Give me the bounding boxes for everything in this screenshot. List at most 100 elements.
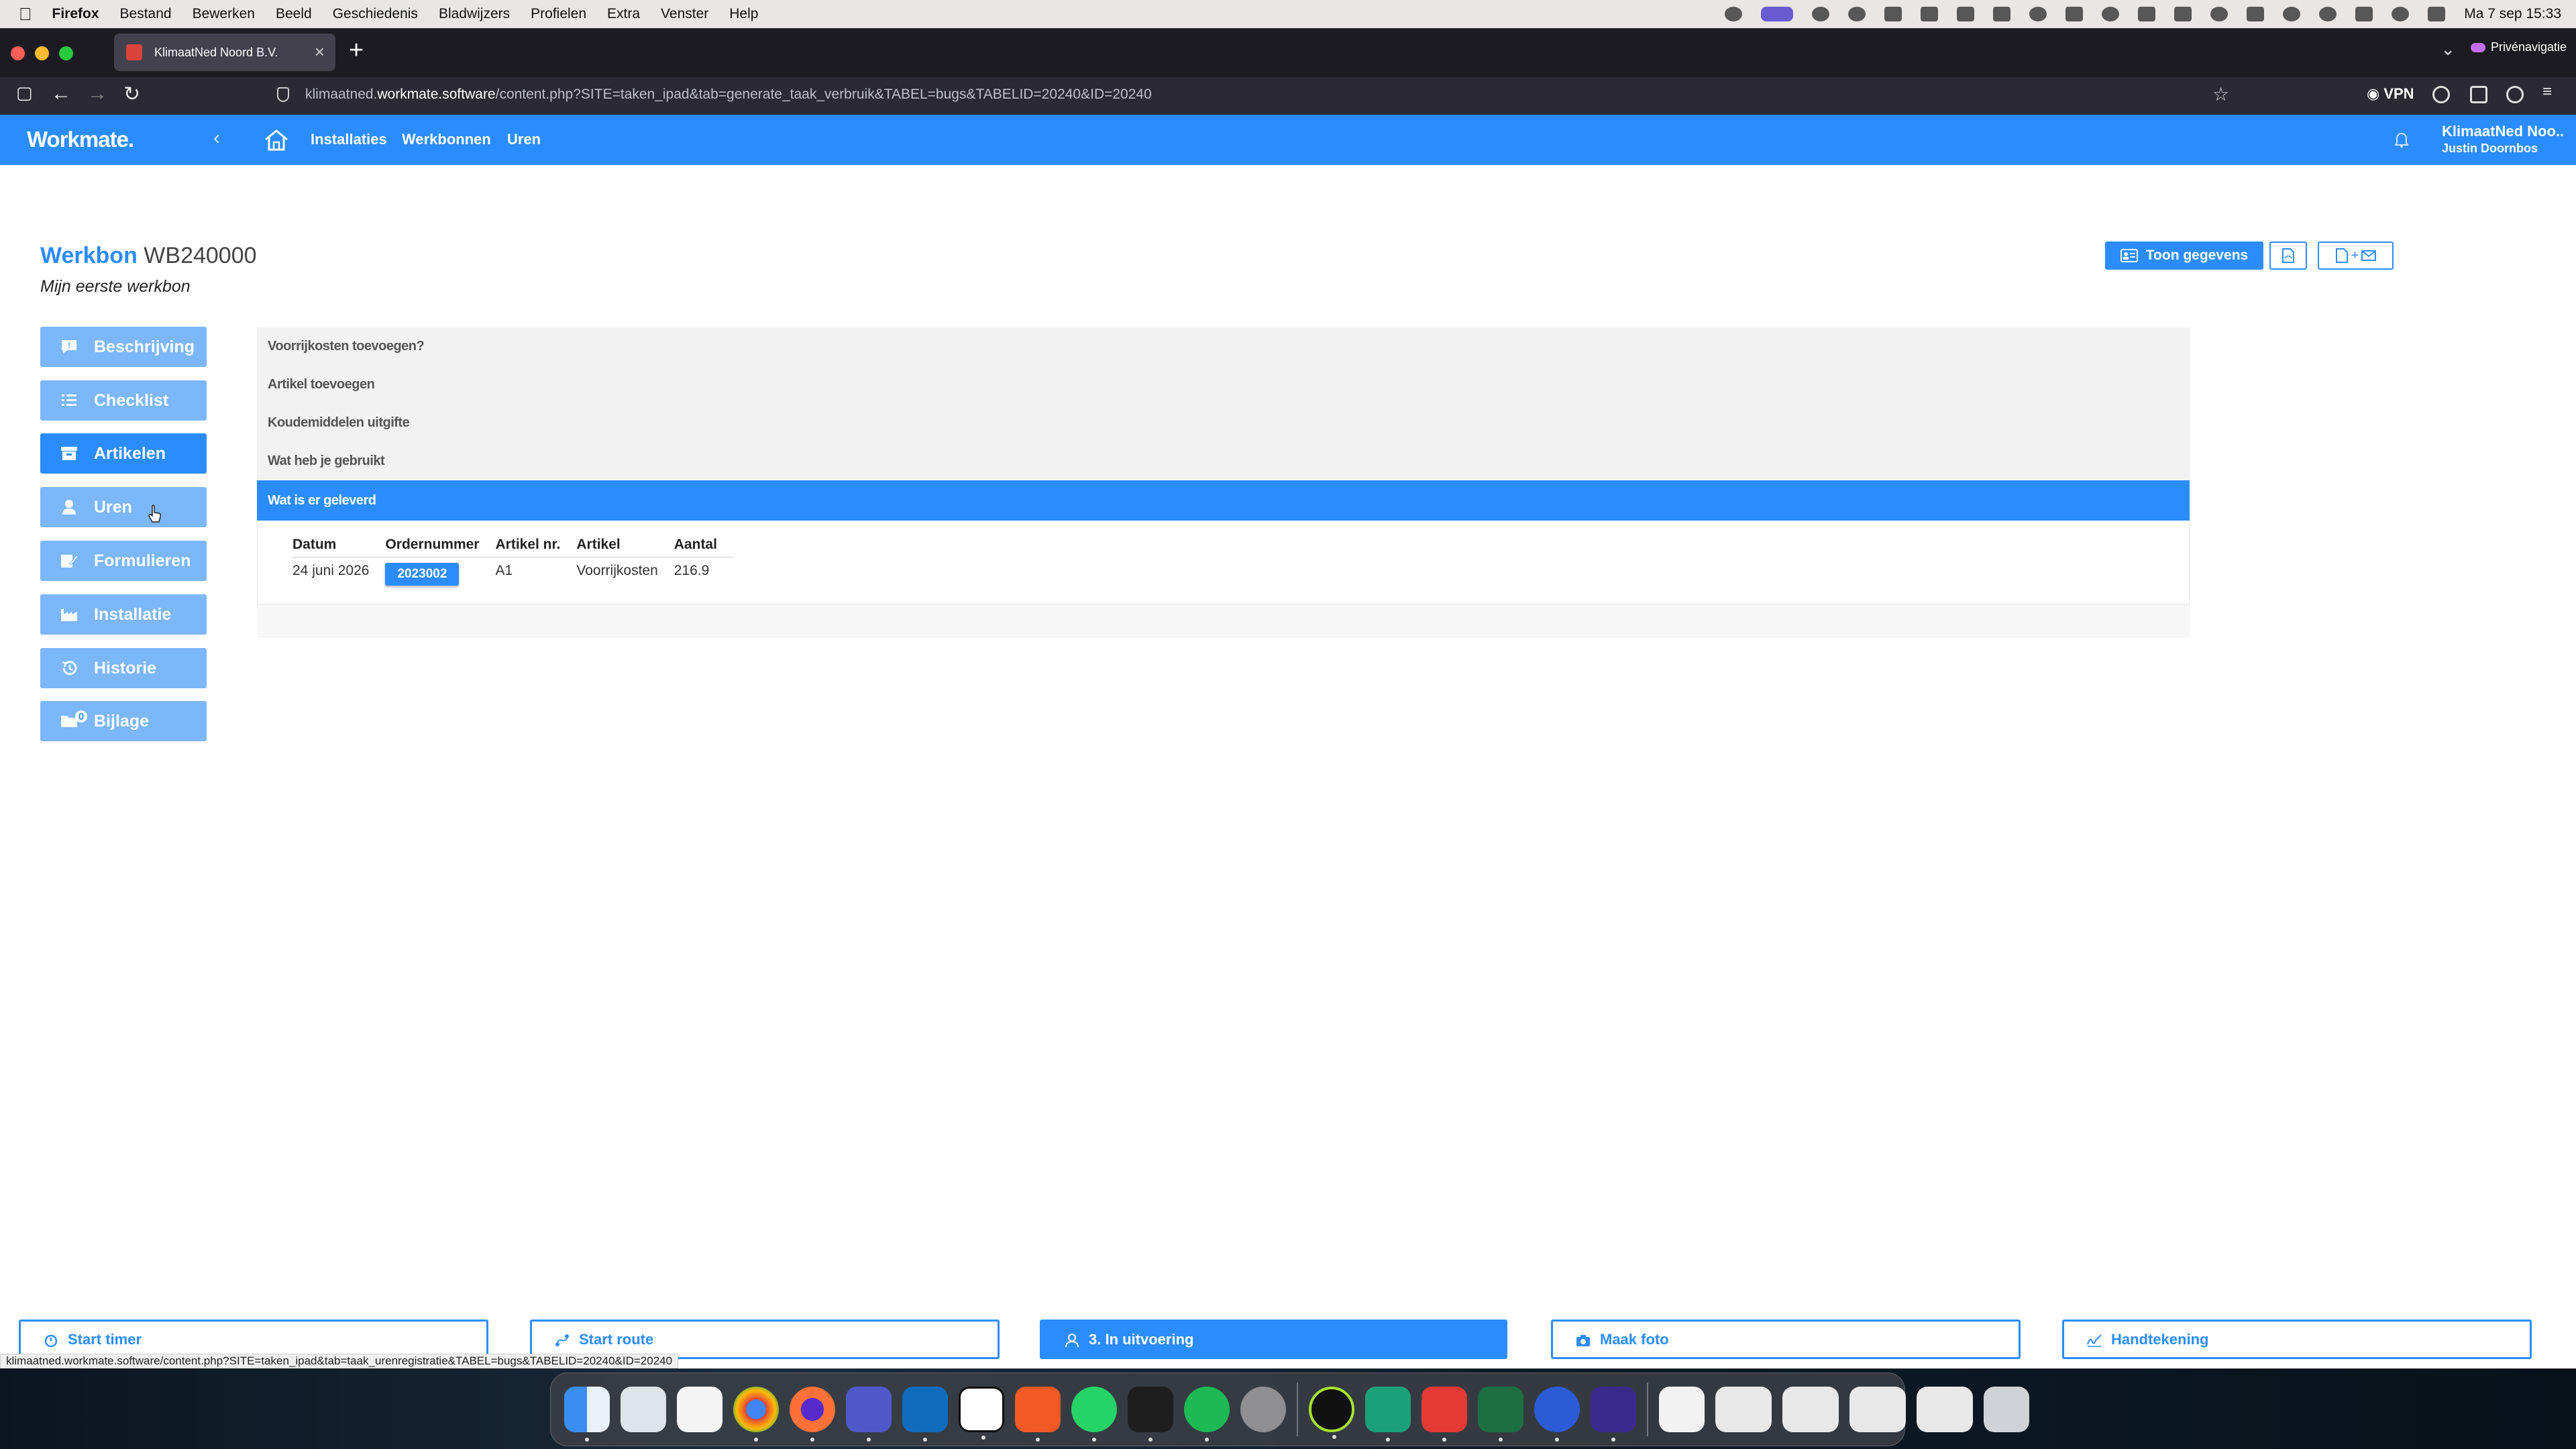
accordion-wat-gebruikt[interactable]: Wat heb je gebruikt (257, 442, 2190, 480)
sidebar-item-formulieren[interactable]: Formulieren (40, 541, 207, 581)
tab-close-icon[interactable]: × (315, 42, 325, 62)
robot-app-icon[interactable] (1534, 1387, 1580, 1442)
sheets-app-icon[interactable] (1365, 1387, 1411, 1442)
new-tab-button[interactable]: + (349, 36, 364, 65)
sidebar-item-artikelen[interactable]: Artikelen (40, 433, 207, 474)
spiral-icon[interactable] (1848, 7, 1866, 21)
wifi-icon[interactable] (2283, 7, 2301, 21)
notion-icon[interactable] (2065, 7, 2084, 21)
app-menu-icon[interactable]: ≡ (2542, 83, 2552, 101)
pdf-app-icon[interactable] (1421, 1387, 1467, 1442)
nav-werkbonnen[interactable]: Werkbonnen (402, 131, 491, 148)
teams-icon[interactable] (846, 1387, 892, 1442)
forward-button[interactable]: → (87, 83, 107, 105)
control-center-icon[interactable] (2428, 7, 2446, 21)
notion-icon[interactable] (959, 1387, 1004, 1440)
chrome-icon[interactable] (733, 1387, 779, 1442)
sidebar-item-installatie[interactable]: Installatie (40, 594, 207, 635)
menu-venster[interactable]: Venster (661, 6, 708, 22)
ticket-icon[interactable] (2174, 7, 2192, 21)
nav-installaties[interactable]: Installaties (311, 131, 387, 148)
spreadsheet-file-icon[interactable] (1715, 1387, 1772, 1432)
menu-extra[interactable]: Extra (607, 6, 640, 22)
trash-icon[interactable] (1984, 1387, 2029, 1432)
sidebar-item-beschrijving[interactable]: Beschrijving (40, 327, 207, 367)
battery-icon[interactable] (2355, 7, 2373, 21)
nav-uren[interactable]: Uren (507, 131, 541, 148)
puzzle-icon[interactable] (2138, 7, 2156, 21)
excel-icon[interactable] (1478, 1387, 1523, 1442)
accordion-artikel-toevoegen[interactable]: Artikel toevoegen (257, 366, 2190, 404)
menubar-clock[interactable]: Ma 7 sep 15:33 (2464, 6, 2561, 22)
maak-foto-button[interactable]: Maak foto (1551, 1320, 2021, 1359)
browser-tab-active[interactable]: KlimaatNed Noord B.V. × (114, 34, 335, 71)
collapse-sidebar-chevron-icon[interactable]: ‹ (213, 127, 220, 150)
spotify-icon[interactable] (1184, 1387, 1230, 1442)
display-icon[interactable] (2247, 7, 2265, 21)
extensions-icon[interactable] (2470, 86, 2487, 103)
play-icon[interactable] (2319, 7, 2337, 21)
handtekening-button[interactable]: Handtekening (2062, 1320, 2532, 1359)
reminders-icon[interactable] (677, 1387, 722, 1432)
sidebar-item-historie[interactable]: Historie (40, 648, 207, 688)
account-icon[interactable] (2432, 86, 2450, 103)
home-icon[interactable] (264, 129, 289, 152)
toon-gegevens-button[interactable]: Toon gegevens (2105, 241, 2263, 270)
window-zoom-button[interactable] (59, 46, 73, 60)
list-tabs-chevron-icon[interactable]: ⌄ (2440, 39, 2455, 60)
cloud-icon[interactable] (1884, 7, 1902, 21)
controller-icon[interactable] (1957, 7, 1975, 21)
flame-icon[interactable] (2506, 86, 2524, 103)
finder-icon[interactable] (564, 1387, 610, 1442)
grammarly-icon[interactable] (1591, 1387, 1636, 1442)
document-stack-icon[interactable] (1659, 1387, 1705, 1432)
pdf-button[interactable] (2269, 241, 2307, 270)
bell-icon[interactable] (2394, 131, 2410, 148)
spreadsheet-file-icon[interactable] (1782, 1387, 1839, 1432)
spiral-app-icon[interactable] (1309, 1387, 1354, 1439)
whatsapp-icon[interactable] (1071, 1387, 1117, 1442)
spotlight-search-icon[interactable] (2392, 7, 2410, 21)
accordion-wat-geleverd[interactable]: Wat is er geleverd (257, 480, 2190, 521)
sparkle-icon[interactable] (1812, 7, 1830, 21)
sidebar-item-bijlage[interactable]: 0 Bijlage (40, 701, 207, 741)
account-menu[interactable]: KlimaatNed Noo.. Justin Doornbos (2442, 123, 2564, 156)
menu-app-firefox[interactable]: Firefox (52, 6, 99, 22)
menu-bladwijzers[interactable]: Bladwijzers (439, 6, 510, 22)
screen-mirror-icon[interactable] (1761, 7, 1794, 21)
menu-bewerken[interactable]: Bewerken (193, 6, 255, 22)
ordernummer-button[interactable]: 2023002 (385, 563, 460, 586)
sidebar-item-uren[interactable]: Uren (40, 487, 207, 527)
cloud-sync-icon[interactable] (1921, 7, 1939, 21)
launchpad-icon[interactable] (621, 1387, 666, 1432)
menu-beeld[interactable]: Beeld (276, 6, 312, 22)
menu-geschiedenis[interactable]: Geschiedenis (333, 6, 418, 22)
camera-icon[interactable] (2029, 7, 2047, 21)
bookmark-star-icon[interactable]: ☆ (2212, 83, 2229, 105)
outlook-icon[interactable] (902, 1387, 948, 1442)
spreadsheet-file-icon[interactable] (1849, 1387, 1906, 1432)
lens-icon[interactable] (2102, 7, 2120, 21)
address-bar[interactable]: klimaatned. workmate.software/content.php… (265, 81, 2234, 108)
audio-meter-icon[interactable] (1128, 1387, 1173, 1442)
window-minimize-button[interactable] (35, 46, 49, 60)
window-close-button[interactable] (11, 46, 25, 60)
menu-help[interactable]: Help (729, 6, 758, 22)
status-in-uitvoering-button[interactable]: 3. In uitvoering (1040, 1320, 1507, 1359)
system-settings-icon[interactable] (1240, 1387, 1286, 1432)
apple-icon[interactable]:  (19, 4, 32, 25)
tracking-shield-icon[interactable] (277, 87, 289, 102)
sidebar-toggle-icon[interactable]: ▢ (16, 83, 33, 103)
search-app-icon[interactable] (1725, 7, 1743, 21)
firefox-icon[interactable] (790, 1387, 835, 1442)
pdf-email-button[interactable]: + (2318, 241, 2394, 270)
spreadsheet-file-icon[interactable] (1917, 1387, 1973, 1432)
menu-bestand[interactable]: Bestand (120, 6, 172, 22)
pdf-icon[interactable] (1993, 7, 2011, 21)
reload-button[interactable]: ↻ (123, 83, 140, 106)
sidebar-item-checklist[interactable]: Checklist (40, 380, 207, 421)
accordion-voorrijkosten[interactable]: Voorrijkosten toevoegen? (257, 327, 2190, 366)
back-button[interactable]: ← (51, 83, 71, 105)
sparkle-app-icon[interactable] (1015, 1387, 1061, 1442)
compass-icon[interactable] (2210, 7, 2229, 21)
